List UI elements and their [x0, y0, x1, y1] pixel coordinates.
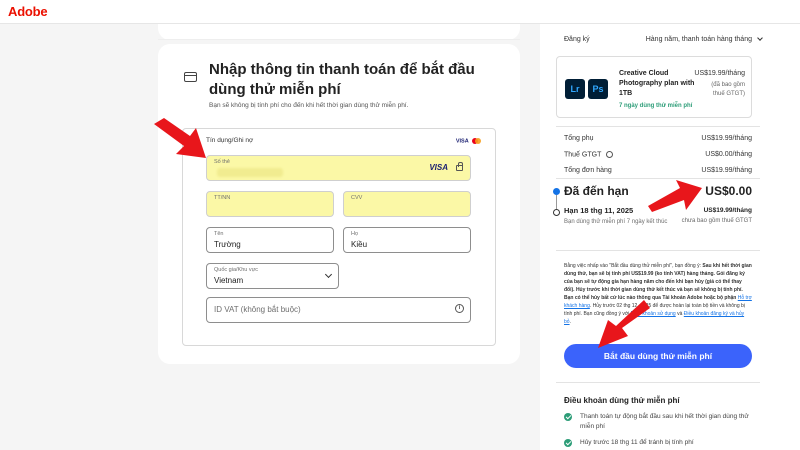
card-number-field[interactable]: Số thẻ VISA — [206, 155, 471, 181]
trial-term-item: Hủy trước 18 thg 11 để tránh bị tính phí — [564, 438, 754, 448]
lock-icon — [456, 162, 463, 171]
country-select[interactable]: Quốc gia/Khu vực Vietnam — [206, 263, 339, 289]
last-name-label: Họ — [351, 231, 359, 237]
info-icon[interactable]: i — [455, 304, 464, 313]
due-date-note: Bạn dùng thử miễn phí 7 ngày kết thúc — [564, 219, 668, 225]
vat-row: Thuế GTGT US$0.00/tháng — [564, 151, 752, 158]
card-brand-logos: VISA — [456, 138, 481, 144]
vat-id-placeholder: ID VAT (không bắt buộc) — [214, 305, 301, 314]
payment-title: Nhập thông tin thanh toán để bắt đầu dùn… — [209, 61, 475, 98]
cvv-label: CVV — [351, 195, 363, 201]
country-value: Vietnam — [214, 276, 244, 285]
red-arrow-icon — [154, 118, 206, 158]
visa-logo: VISA — [455, 138, 469, 145]
subscription-select[interactable]: Hàng năm, thanh toán hàng tháng — [646, 36, 752, 43]
total-label: Tổng đơn hàng — [564, 167, 612, 174]
first-name-value: Trường — [214, 240, 241, 249]
legal-text: Bằng việc nhấp vào "Bắt đầu dùng thử miễ… — [564, 263, 752, 325]
due-date-price: US$19.99/tháng — [703, 207, 752, 214]
card-number-label: Số thẻ — [214, 159, 230, 165]
timeline-dot — [553, 209, 560, 216]
payment-card: Nhập thông tin thanh toán để bắt đầu dùn… — [158, 44, 520, 364]
red-arrow-icon — [648, 180, 702, 212]
red-arrow-icon — [598, 300, 650, 348]
vat-label: Thuế GTGT — [564, 151, 602, 159]
subtotal-row: Tổng phụ US$19.99/tháng — [564, 135, 752, 142]
subscription-label: Đăng ký — [564, 36, 590, 43]
timeline-dot-active — [553, 188, 560, 195]
trial-terms-title: Điều khoản dùng thử miễn phí — [564, 396, 680, 405]
total-value: US$19.99/tháng — [701, 167, 752, 174]
expiry-field[interactable]: TT/NN — [206, 191, 334, 217]
plan-trial: 7 ngày dùng thử miễn phí — [619, 103, 693, 109]
expiry-label: TT/NN — [214, 195, 231, 201]
adobe-logo[interactable]: Adobe — [8, 4, 48, 19]
payment-method-label: Tín dụng/Ghi nợ — [206, 137, 254, 144]
previous-section-card — [158, 24, 520, 40]
check-circle-icon — [564, 413, 572, 421]
chevron-down-icon[interactable] — [757, 35, 763, 41]
country-label: Quốc gia/Khu vực — [214, 267, 259, 273]
credit-card-icon — [184, 72, 197, 82]
first-name-field[interactable]: Tên Trường — [206, 227, 334, 253]
due-today-label: Đã đến hạn — [564, 184, 629, 198]
card-number-value-blurred — [217, 168, 283, 177]
last-name-field[interactable]: Họ Kiều — [343, 227, 471, 253]
subtotal-value: US$19.99/tháng — [701, 135, 752, 142]
info-icon[interactable] — [606, 151, 614, 158]
plan-price: US$19.99/tháng — [694, 70, 745, 77]
cvv-field[interactable]: CVV — [343, 191, 471, 217]
start-free-trial-button[interactable]: Bắt đầu dùng thử miễn phí — [564, 344, 752, 368]
photoshop-icon: Ps — [588, 79, 608, 99]
card-form: Tín dụng/Ghi nợ VISA Số thẻ VISA TT/NN C… — [182, 128, 496, 346]
chevron-down-icon — [324, 270, 333, 279]
due-today-amount: US$0.00 — [705, 184, 752, 198]
first-name-label: Tên — [214, 231, 224, 237]
total-row: Tổng đơn hàng US$19.99/tháng — [564, 167, 752, 174]
check-circle-icon — [564, 439, 572, 447]
top-bar: Adobe — [0, 0, 800, 24]
plan-tax-note: (đã bao gồm thuế GTGT) — [711, 82, 745, 97]
order-summary-panel: Đăng ký Hàng năm, thanh toán hàng tháng … — [540, 24, 800, 450]
plan-card: Lr Ps Creative Cloud Photography plan wi… — [556, 56, 752, 118]
trial-term-item: Thanh toán tự động bắt đầu sau khi hết t… — [564, 412, 754, 432]
due-date-label: Hạn 18 thg 11, 2025 — [564, 206, 634, 215]
last-name-value: Kiều — [351, 240, 368, 249]
vat-id-field[interactable]: ID VAT (không bắt buộc) i — [206, 297, 471, 323]
visa-badge: VISA — [429, 163, 448, 172]
payment-subtitle: Bạn sẽ không bị tính phí cho đến khi hết… — [209, 102, 409, 109]
vat-value: US$0.00/tháng — [705, 151, 752, 158]
plan-name: Creative Cloud Photography plan with 1TB — [619, 70, 695, 97]
due-date-tax: chưa bao gồm thuế GTGT — [681, 218, 752, 224]
lightroom-icon: Lr — [565, 79, 585, 99]
subtotal-label: Tổng phụ — [564, 135, 594, 142]
